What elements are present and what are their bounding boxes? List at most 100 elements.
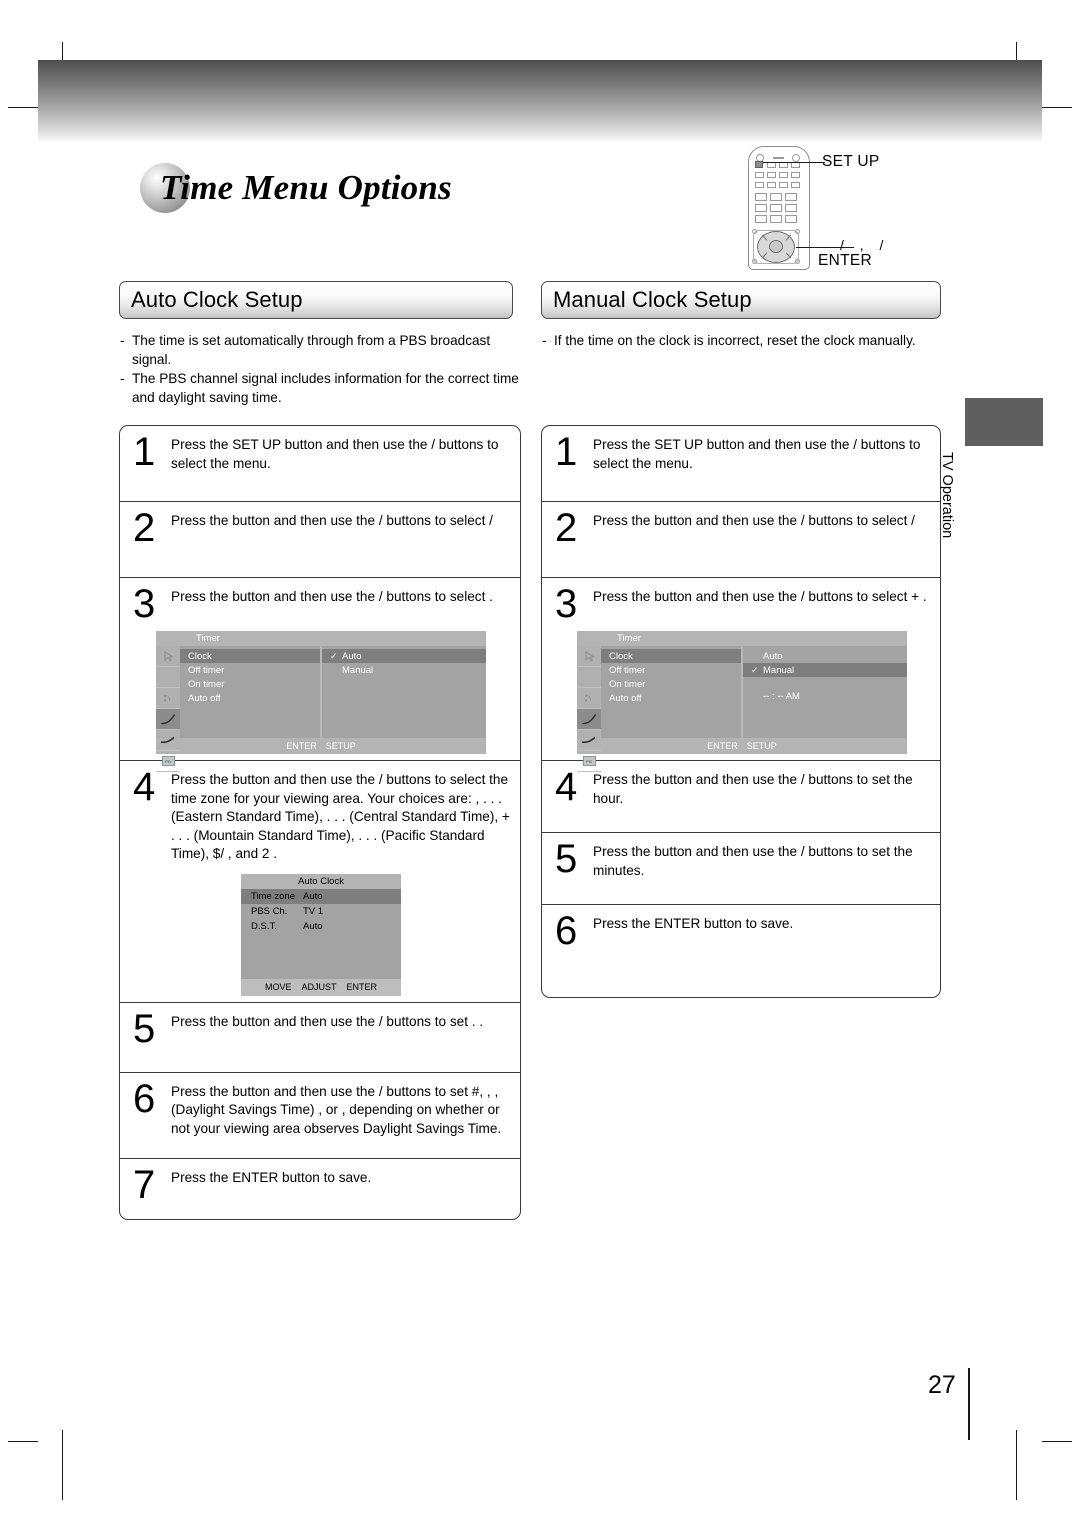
step-number: 6 <box>555 909 577 953</box>
remote-top-circle-icon <box>792 154 800 162</box>
remote-key <box>755 172 764 178</box>
remote-control-illustration: SET UP / , / ENTER <box>740 142 1000 272</box>
manual-bullet-1: If the time on the clock is incorrect, r… <box>554 333 916 348</box>
manual-clock-steps: 1 Press the SET UP button and then use t… <box>541 425 941 998</box>
osd-time-display: -- : -- AM <box>763 690 800 702</box>
osd-option-label: Auto <box>342 650 362 662</box>
step-number: 2 <box>555 506 577 550</box>
setup-callout-label: SET UP <box>822 153 880 170</box>
osd-rail-audio-icon[interactable] <box>577 688 601 709</box>
step-text: Press the button and then use the / butt… <box>171 772 510 861</box>
osd-title: Timer <box>617 633 641 644</box>
remote-key <box>791 182 800 188</box>
header-gradient-band <box>38 60 1042 142</box>
osd-footer-enter: ENTER <box>707 741 738 751</box>
osd-menu-list: Clock Off timer On timer Auto off <box>180 646 320 738</box>
osd-rail-timer-icon[interactable] <box>156 709 180 730</box>
osd-rail-screen-icon[interactable] <box>577 667 601 688</box>
osd-title: Timer <box>196 633 220 644</box>
osd-footer-adjust: ADJUST <box>301 982 337 992</box>
osd-menu-item[interactable]: Clock <box>180 649 320 663</box>
remote-key <box>755 204 767 212</box>
osd-auto-clock-footer: MOVE ADJUST ENTER <box>241 978 401 996</box>
osd-row-key: Time zone <box>251 890 295 902</box>
dpad-arrows-label: / , / <box>840 237 890 253</box>
osd-rail-lock-icon[interactable] <box>156 730 180 751</box>
step-row: 5 Press the button and then use the / bu… <box>542 833 940 905</box>
page-title-block: Time Menu Options <box>140 160 452 216</box>
step-osd-wrap: Auto Clock Time zone Auto PBS Ch. TV 1 D… <box>131 864 511 996</box>
osd-option-auto[interactable]: ✓ Auto <box>322 649 486 663</box>
remote-key <box>770 215 782 223</box>
osd-rail-screen-icon[interactable] <box>156 667 180 688</box>
section-header-manual-clock-label: Manual Clock Setup <box>553 287 752 312</box>
step-number: 6 <box>133 1076 155 1121</box>
step-text: Press the SET UP button and then use the… <box>171 437 499 471</box>
osd-option-manual[interactable]: Manual <box>322 663 486 677</box>
crop-mark-bottom-left <box>62 1430 63 1500</box>
step-row: 2 Press the button and then use the / bu… <box>120 502 520 578</box>
osd-menu-item[interactable]: Auto off <box>180 691 320 705</box>
osd-check-icon: ✓ <box>751 664 759 675</box>
remote-key <box>785 204 797 212</box>
osd-rail-timer-icon[interactable] <box>577 709 601 730</box>
osd-timer-auto: Timer PG Clock Off timer On timer Auto o… <box>156 631 486 772</box>
osd-time-display-row: -- : -- AM <box>743 689 907 703</box>
osd-option-auto[interactable]: Auto <box>743 649 907 663</box>
osd-option-label: Manual <box>342 664 374 676</box>
remote-key <box>785 193 797 201</box>
remote-key <box>791 172 800 178</box>
remote-key <box>779 172 788 178</box>
osd-menu-list: Clock Off timer On timer Auto off <box>601 646 741 738</box>
osd-footer: ENTER SETUP <box>156 738 486 754</box>
step-number: 1 <box>133 430 155 474</box>
step-number: 2 <box>133 506 155 550</box>
page-title: Time Menu Options <box>160 168 452 207</box>
osd-menu-item-label: Off timer <box>609 664 646 676</box>
osd-menu-item[interactable]: Off timer <box>180 663 320 677</box>
osd-menu-item[interactable]: On timer <box>180 677 320 691</box>
step-row: 4 Press the button and then use the / bu… <box>120 761 520 1003</box>
remote-key <box>755 193 767 201</box>
setup-button-highlight <box>755 161 763 168</box>
step-number: 4 <box>555 765 577 809</box>
step-row: 6 Press the button and then use the / bu… <box>120 1073 520 1159</box>
step-text: Press the button and then use the / butt… <box>171 1083 502 1136</box>
osd-rail-pointer-icon[interactable] <box>156 646 180 667</box>
osd-row-value: Auto <box>303 890 323 902</box>
osd-auto-clock-row[interactable]: PBS Ch. TV 1 <box>241 904 401 919</box>
osd-option-list: Auto ✓ Manual -- : -- AM <box>741 646 907 738</box>
osd-menu-item[interactable]: On timer <box>601 677 741 691</box>
section-header-manual-clock: Manual Clock Setup <box>541 281 941 319</box>
remote-key <box>770 193 782 201</box>
osd-option-label: Manual <box>763 664 795 676</box>
step-row: 4 Press the button and then use the / bu… <box>542 761 940 833</box>
remote-top-dash-icon <box>773 157 784 159</box>
osd-menu-item[interactable]: Auto off <box>601 691 741 705</box>
step-number: 5 <box>133 1006 155 1051</box>
step-row: 3 Press the button and then use the / bu… <box>120 578 520 772</box>
osd-menu-item-label: Clock <box>188 650 212 662</box>
osd-body: PG Clock Off timer On timer Auto off Aut… <box>577 646 907 772</box>
dpad-corner-dot <box>752 259 757 264</box>
osd-rail-audio-icon[interactable] <box>156 688 180 709</box>
step-row: 6 Press the ENTER button to save. <box>542 905 940 997</box>
osd-menu-item-label: Clock <box>609 650 633 662</box>
osd-auto-clock-row[interactable]: Time zone Auto <box>241 888 401 904</box>
step-text: Press the button and then use the / butt… <box>593 844 913 878</box>
osd-rail-lock-icon[interactable] <box>577 730 601 751</box>
osd-menu-item-label: On timer <box>188 678 225 690</box>
section-header-auto-clock-label: Auto Clock Setup <box>131 287 303 312</box>
section-edge-tab <box>965 398 1043 446</box>
osd-option-manual[interactable]: ✓ Manual <box>743 663 907 677</box>
osd-rail-pointer-icon[interactable] <box>577 646 601 667</box>
step-text: Press the ENTER button to save. <box>171 1169 372 1185</box>
osd-row-key: PBS Ch. <box>251 905 288 917</box>
osd-auto-clock-row[interactable]: D.S.T. Auto <box>241 919 401 934</box>
osd-menu-item-label: Auto off <box>188 692 221 704</box>
dpad-corner-dot <box>795 229 800 234</box>
osd-menu-item[interactable]: Clock <box>601 649 741 663</box>
osd-menu-item[interactable]: Off timer <box>601 663 741 677</box>
step-number: 1 <box>555 430 577 474</box>
osd-footer: ENTER SETUP <box>577 738 907 754</box>
